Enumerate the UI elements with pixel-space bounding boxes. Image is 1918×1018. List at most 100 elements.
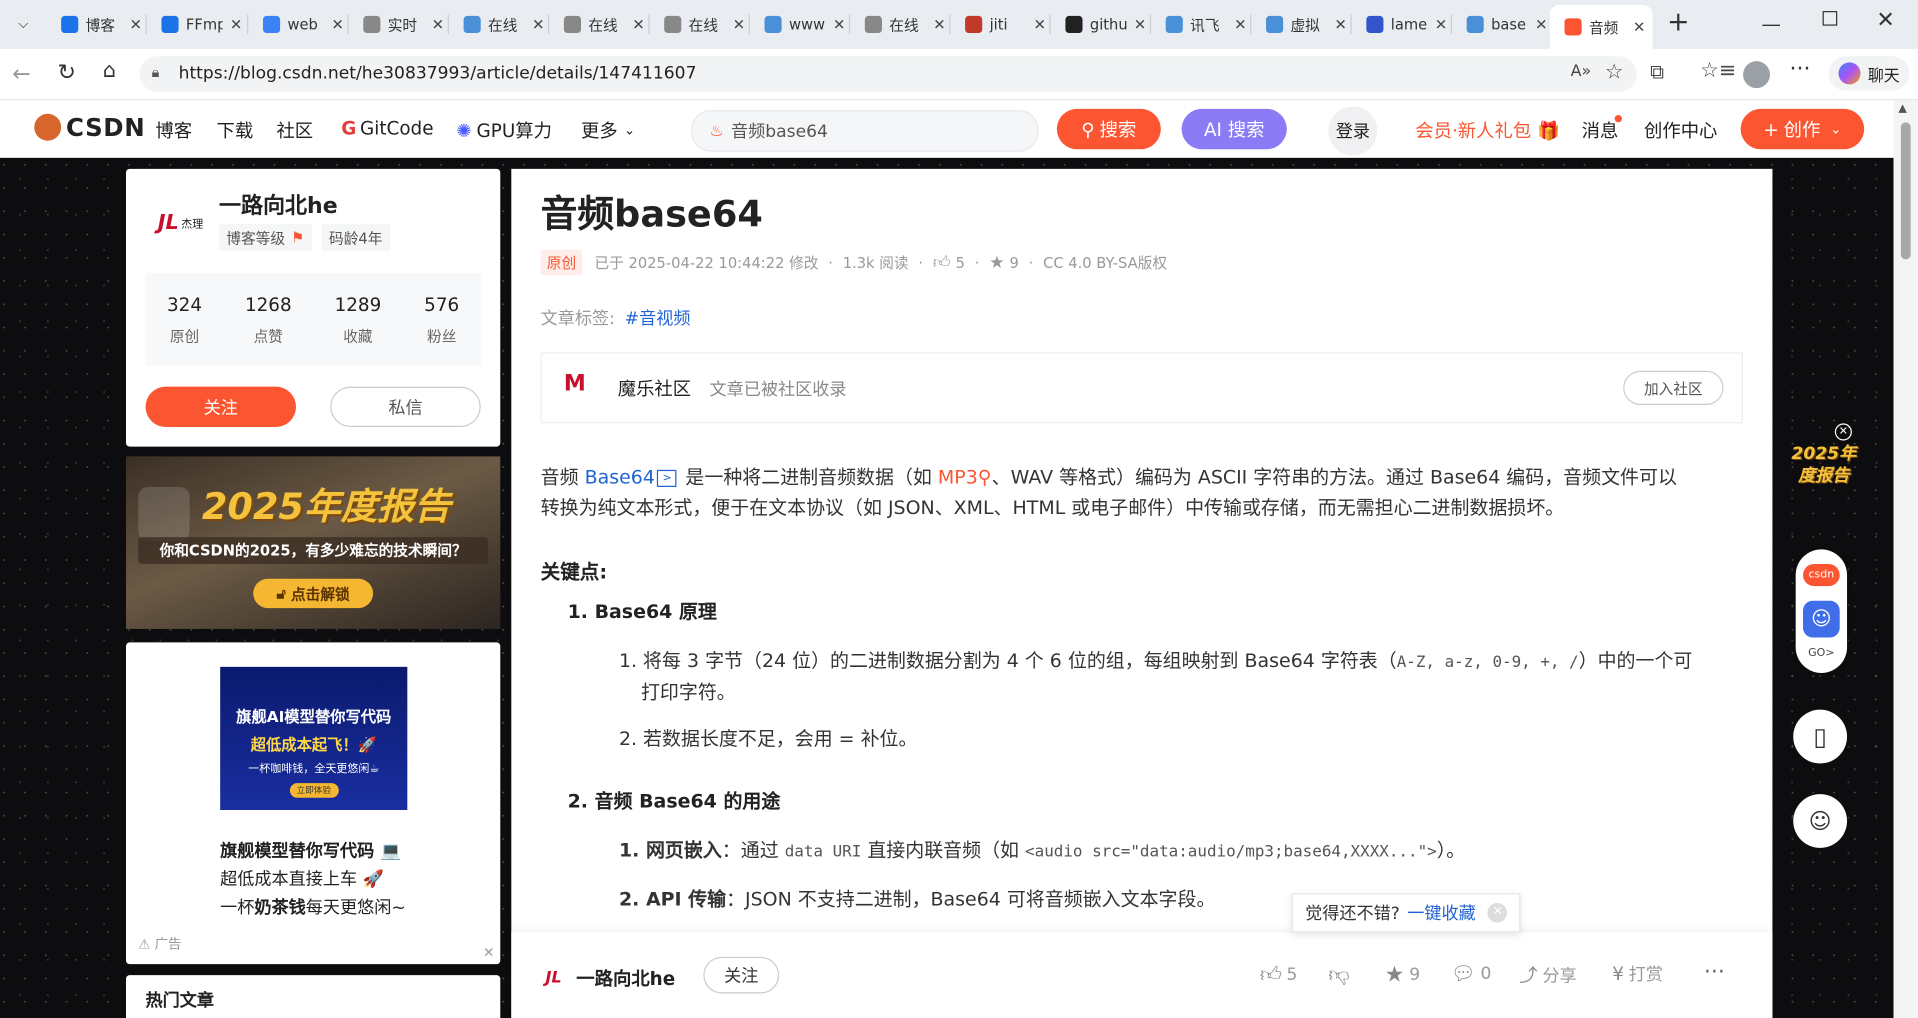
bottom-comment[interactable]: 💬︎ 0 (1451, 962, 1492, 985)
author-stat[interactable]: 324 原创 (167, 293, 202, 346)
follow-button[interactable]: 关注 (145, 386, 297, 428)
reload-button[interactable]: ↻ (57, 60, 75, 86)
banner-unlock-button[interactable]: 🔓︎ 点击解锁 (253, 578, 374, 609)
scroll-up-arrow[interactable]: ▲ (1898, 103, 1906, 115)
vip-gift-link[interactable]: 会员·新人礼包 🎁 (1415, 117, 1560, 143)
address-bar[interactable]: 🔒︎ https://blog.csdn.net/he30837993/arti… (139, 56, 1637, 92)
close-tab-icon[interactable]: ✕ (1234, 16, 1246, 33)
author-stat[interactable]: 1289 收藏 (335, 293, 382, 346)
ad-text[interactable]: 旗舰模型替你写代码 💻 超低成本直接上车 🚀 一杯奶茶钱每天更悠闲~ (220, 838, 406, 922)
maximize-button[interactable] (1822, 11, 1838, 26)
float-annual-report[interactable]: 2025年度报告 (1786, 443, 1862, 514)
nav-more[interactable]: 更多 ⌄ (581, 117, 635, 143)
extensions-icon[interactable]: ⧉ (1650, 60, 1664, 84)
close-tab-icon[interactable]: ✕ (331, 16, 343, 33)
page-scrollbar[interactable]: ▲ (1893, 100, 1918, 1018)
bottom-follow-button[interactable]: 关注 (703, 956, 780, 994)
browser-tab[interactable]: 音频 ✕ (1549, 4, 1653, 49)
close-tooltip-icon[interactable]: ✕ (1487, 902, 1508, 923)
annual-report-banner[interactable]: 2025年度报告 你和CSDN的2025，有多少难忘的技术瞬间？ 🔓︎ 点击解锁 (125, 456, 501, 629)
search-box[interactable]: ♨ 音频base64 (691, 110, 1039, 152)
copilot-chat-button[interactable]: 聊天 (1828, 56, 1910, 91)
nav-gitcode[interactable]: G GitCode (341, 117, 433, 139)
ad-close-icon[interactable]: ✕ (483, 945, 494, 961)
close-tab-icon[interactable]: ✕ (1435, 16, 1447, 33)
close-report-icon[interactable]: ✕ (1834, 423, 1852, 441)
browser-tab[interactable]: lame ✕ (1352, 7, 1450, 41)
browser-tab[interactable]: 博客 ✕ (46, 7, 144, 41)
close-tab-icon[interactable]: ✕ (1034, 16, 1046, 33)
mobile-view-button[interactable]: ▯ (1793, 709, 1848, 764)
author-avatar[interactable]: JL 杰理 (158, 210, 212, 234)
new-tab-button[interactable]: + (1664, 9, 1693, 39)
more-options-icon[interactable]: ··· (1790, 56, 1811, 82)
community-name[interactable]: 魔乐社区 (618, 376, 691, 402)
close-tab-icon[interactable]: ✕ (1535, 16, 1547, 33)
create-button[interactable]: + 创作 ⌄ (1740, 108, 1865, 150)
nav-community[interactable]: 社区 (276, 117, 313, 143)
tag-audio-video[interactable]: #音视频 (625, 306, 691, 330)
browser-tab[interactable]: www ✕ (750, 7, 848, 41)
close-tab-icon[interactable]: ✕ (130, 16, 142, 33)
scrollbar-thumb[interactable] (1900, 122, 1911, 260)
browser-tab[interactable]: FFmpeg ✕ (147, 7, 245, 41)
close-tab-icon[interactable]: ✕ (733, 16, 745, 33)
browser-tab[interactable]: 虚拟 ✕ (1251, 7, 1349, 41)
home-button[interactable]: ⌂ (103, 59, 116, 83)
browser-tab[interactable]: 在线 ✕ (650, 7, 748, 41)
csdn-logo[interactable]: CSDN (34, 113, 145, 142)
close-tab-icon[interactable]: ✕ (432, 16, 444, 33)
close-tab-icon[interactable]: ✕ (1134, 16, 1146, 33)
mp3-link[interactable]: MP3 (938, 466, 978, 488)
close-tab-icon[interactable]: ✕ (230, 16, 242, 33)
bottom-reward[interactable]: ¥ 打赏 (1612, 962, 1663, 986)
search-button[interactable]: ⚲ 搜索 (1056, 108, 1161, 150)
ai-search-button[interactable]: AI 搜索 (1181, 108, 1287, 150)
close-tab-icon[interactable]: ✕ (632, 16, 644, 33)
author-stat[interactable]: 1268 点赞 (245, 293, 292, 346)
float-csdn-go[interactable]: csdn ☺ GO> (1795, 549, 1848, 673)
license-text[interactable]: CC 4.0 BY-SA版权 (1043, 252, 1167, 273)
bottom-author[interactable]: JL 一路向北he (546, 965, 676, 991)
join-community-button[interactable]: 加入社区 (1623, 370, 1724, 405)
close-window-button[interactable]: ✕ (1876, 7, 1894, 33)
close-tab-icon[interactable]: ✕ (1335, 16, 1347, 33)
more-icon[interactable]: ··· (1704, 959, 1725, 985)
thumb-down-icon[interactable]: 👎︎ (1328, 962, 1349, 987)
close-tab-icon[interactable]: ✕ (532, 16, 544, 33)
bottom-like[interactable]: 👍︎ 5 (1260, 962, 1298, 987)
messages-link[interactable]: 消息 (1582, 117, 1619, 143)
bottom-share[interactable]: ⤴ 分享 (1519, 962, 1577, 988)
back-button[interactable]: ← (12, 61, 30, 87)
tab-list-button[interactable]: ⌵ (10, 11, 37, 38)
nav-download[interactable]: 下载 (217, 117, 254, 143)
browser-tab[interactable]: 实时 ✕ (349, 7, 447, 41)
close-tab-icon[interactable]: ✕ (833, 16, 845, 33)
author-stat[interactable]: 576 粉丝 (424, 293, 459, 346)
browser-tab[interactable]: 在线 ✕ (850, 7, 948, 41)
nav-gpu[interactable]: ✺ GPU算力 (456, 117, 552, 143)
browser-tab[interactable]: base ✕ (1452, 7, 1550, 41)
bottom-fav[interactable]: ★ 9 (1385, 962, 1421, 988)
browser-tab[interactable]: 讯飞 ✕ (1151, 7, 1249, 41)
star-icon[interactable]: ★ (989, 253, 1004, 273)
close-tab-icon[interactable]: ✕ (933, 16, 945, 33)
creator-center-link[interactable]: 创作中心 (1644, 117, 1717, 143)
one-click-collect-link[interactable]: 一键收藏 (1407, 901, 1475, 925)
browser-tab[interactable]: web ✕ (248, 7, 346, 41)
browser-tab[interactable]: github ✕ (1051, 7, 1149, 41)
minimize-button[interactable]: — (1761, 12, 1781, 35)
private-message-button[interactable]: 私信 (330, 386, 481, 428)
favorites-icon[interactable]: ☆≡ (1700, 59, 1736, 83)
search-input[interactable]: 音频base64 (731, 119, 828, 143)
browser-tab[interactable]: 在线 ✕ (449, 7, 547, 41)
favorite-star-icon[interactable]: ☆ (1605, 60, 1624, 84)
nav-blog[interactable]: 博客 (155, 117, 192, 143)
login-button[interactable]: 登录 (1328, 106, 1378, 156)
base64-link[interactable]: Base64 (585, 466, 655, 488)
browser-tab[interactable]: jiti ✕ (950, 7, 1048, 41)
read-aloud-icon[interactable]: A» (1571, 62, 1592, 80)
close-tab-icon[interactable]: ✕ (1633, 18, 1645, 35)
author-name[interactable]: 一路向北he (219, 188, 338, 220)
browser-tab[interactable]: 在线 ✕ (549, 7, 647, 41)
